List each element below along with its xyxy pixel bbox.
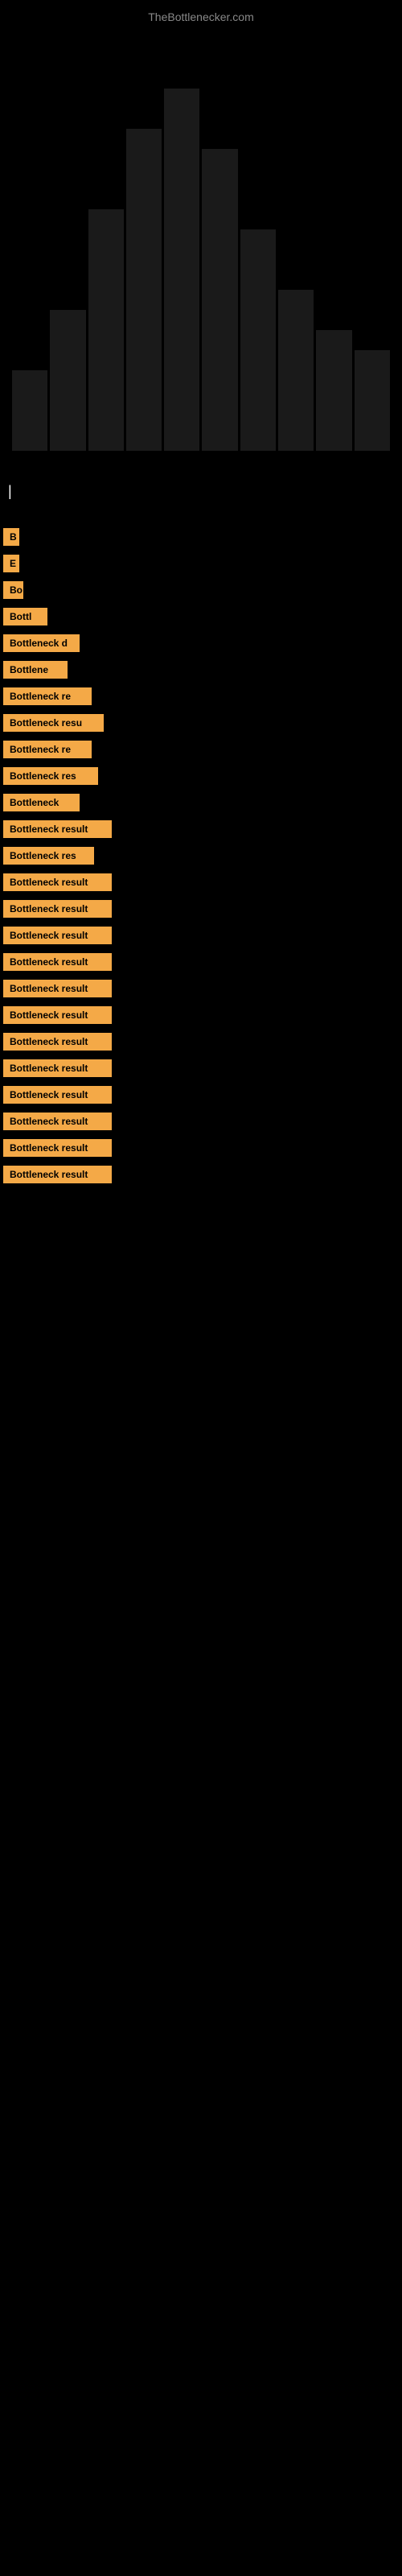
bottleneck-label-3: Bo: [3, 581, 23, 599]
bottleneck-item-7: Bottleneck re: [0, 687, 402, 709]
chart-bar-9: [316, 330, 351, 451]
cursor-area: |: [0, 467, 402, 515]
bottleneck-item-5: Bottleneck d: [0, 634, 402, 656]
bottleneck-label-22: Bottleneck result: [3, 1086, 112, 1104]
bottleneck-item-4: Bottl: [0, 608, 402, 630]
bottleneck-item-8: Bottleneck resu: [0, 714, 402, 736]
bottleneck-item-14: Bottleneck result: [0, 873, 402, 895]
bottleneck-item-3: Bo: [0, 581, 402, 603]
chart-bar-6: [202, 149, 237, 451]
bottleneck-label-13: Bottleneck res: [3, 847, 94, 865]
bottleneck-item-20: Bottleneck result: [0, 1033, 402, 1055]
bottleneck-item-1: B: [0, 528, 402, 550]
bottleneck-label-23: Bottleneck result: [3, 1113, 112, 1130]
bottleneck-label-1: B: [3, 528, 19, 546]
bottleneck-item-17: Bottleneck result: [0, 953, 402, 975]
bottleneck-item-22: Bottleneck result: [0, 1086, 402, 1108]
bottleneck-label-4: Bottl: [3, 608, 47, 625]
bottleneck-item-10: Bottleneck res: [0, 767, 402, 789]
bottleneck-label-10: Bottleneck res: [3, 767, 98, 785]
bottleneck-item-18: Bottleneck result: [0, 980, 402, 1001]
bottleneck-label-7: Bottleneck re: [3, 687, 92, 705]
chart-bar-8: [278, 290, 314, 451]
bottleneck-label-5: Bottleneck d: [3, 634, 80, 652]
bottleneck-label-19: Bottleneck result: [3, 1006, 112, 1024]
chart-bar-3: [88, 209, 124, 451]
bottleneck-label-11: Bottleneck: [3, 794, 80, 811]
bottleneck-item-23: Bottleneck result: [0, 1113, 402, 1134]
bottleneck-label-20: Bottleneck result: [3, 1033, 112, 1051]
chart-bar-7: [240, 229, 276, 451]
bottleneck-item-25: Bottleneck result: [0, 1166, 402, 1187]
bottleneck-item-9: Bottleneck re: [0, 741, 402, 762]
cursor-marker: |: [8, 483, 12, 500]
bottleneck-item-2: E: [0, 555, 402, 576]
bottleneck-item-21: Bottleneck result: [0, 1059, 402, 1081]
chart-area: [0, 24, 402, 467]
bottleneck-item-19: Bottleneck result: [0, 1006, 402, 1028]
chart-bar-10: [355, 350, 390, 451]
bottleneck-label-2: E: [3, 555, 19, 572]
bottleneck-label-18: Bottleneck result: [3, 980, 112, 997]
bottleneck-label-16: Bottleneck result: [3, 927, 112, 944]
bottleneck-item-13: Bottleneck res: [0, 847, 402, 869]
chart-bar-1: [12, 370, 47, 451]
bottleneck-label-24: Bottleneck result: [3, 1139, 112, 1157]
bottleneck-item-6: Bottlene: [0, 661, 402, 683]
bottleneck-item-11: Bottleneck: [0, 794, 402, 815]
bottleneck-label-6: Bottlene: [3, 661, 68, 679]
chart-bar-5: [164, 89, 199, 451]
bottleneck-item-16: Bottleneck result: [0, 927, 402, 948]
chart-bar-4: [126, 129, 162, 451]
chart-bar-2: [50, 310, 85, 451]
bottleneck-label-14: Bottleneck result: [3, 873, 112, 891]
bottleneck-label-17: Bottleneck result: [3, 953, 112, 971]
bottleneck-label-21: Bottleneck result: [3, 1059, 112, 1077]
bottleneck-label-8: Bottleneck resu: [3, 714, 104, 732]
bottleneck-label-25: Bottleneck result: [3, 1166, 112, 1183]
bottleneck-item-12: Bottleneck result: [0, 820, 402, 842]
site-title-area: TheBottlenecker.com: [0, 0, 402, 24]
bottleneck-label-12: Bottleneck result: [3, 820, 112, 838]
bottleneck-item-24: Bottleneck result: [0, 1139, 402, 1161]
bottleneck-results-container: B E Bo Bottl Bottleneck d Bottlene Bottl…: [0, 515, 402, 1224]
bottleneck-label-9: Bottleneck re: [3, 741, 92, 758]
bottleneck-label-15: Bottleneck result: [3, 900, 112, 918]
bottleneck-item-15: Bottleneck result: [0, 900, 402, 922]
